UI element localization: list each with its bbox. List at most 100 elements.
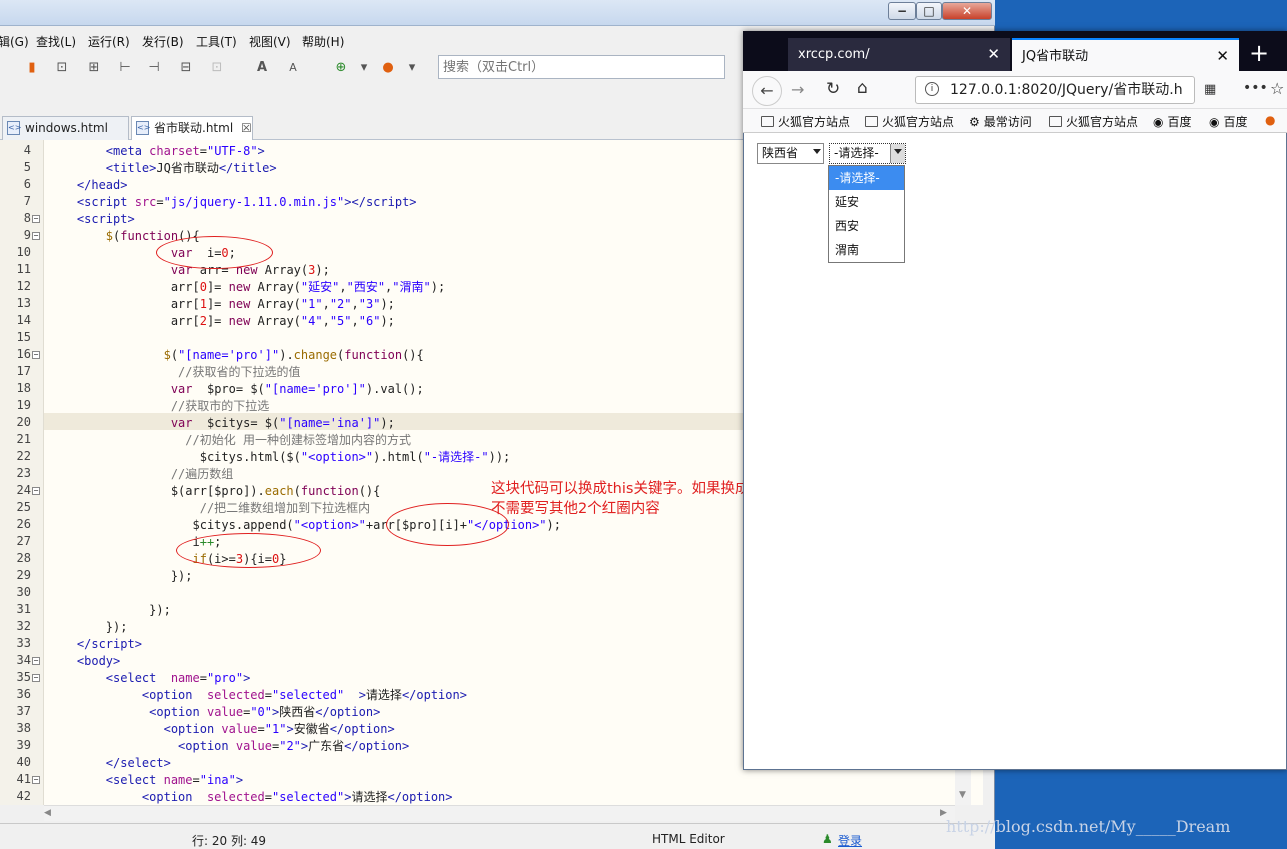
disabled-tool-icon: ⊡ [211,60,223,75]
fold-toggle-icon[interactable]: − [32,232,40,240]
fold-toggle-icon[interactable]: − [32,674,40,682]
minimize-button[interactable]: − [888,2,916,20]
dropdown-option[interactable]: -请选择- [829,166,904,190]
maximize-button[interactable]: □ [916,2,942,20]
fold-toggle-icon[interactable]: − [32,657,40,665]
more-icon[interactable]: ••• [1243,80,1268,96]
menu-view[interactable]: 视图(V) [249,33,291,50]
code-line[interactable]: }); [48,568,193,585]
code-line[interactable]: <script src="js/jquery-1.11.0.min.js"></… [48,194,417,211]
line-number: 39 [16,738,31,752]
run-icon[interactable]: ⊕ [333,60,349,76]
code-line[interactable]: arr[1]= new Array("1","2","3"); [48,296,395,313]
browser-dropdown-icon[interactable]: ▾ [404,60,420,76]
info-icon[interactable]: i [925,82,939,96]
tab-close-icon[interactable]: ☒ [241,121,252,135]
code-line[interactable]: //把二维数组增加到下拉选框内 [48,500,370,517]
code-line[interactable]: <select name="ina"> [48,772,243,789]
code-line[interactable]: <option value="0">陕西省</option> [48,704,380,721]
back-icon[interactable]: ← [752,76,782,106]
dropdown-option[interactable]: 延安 [829,190,904,214]
fold-toggle-icon[interactable]: − [32,215,40,223]
code-line[interactable]: //遍历数组 [48,466,233,483]
run-dropdown-icon[interactable]: ▾ [356,60,372,76]
format-icon[interactable]: ⊟ [178,60,194,76]
bookmark-item[interactable]: 火狐官方站点 [865,113,954,130]
dropdown-option[interactable]: 西安 [829,214,904,238]
code-line[interactable]: $("[name='pro']").change(function(){ [48,347,424,364]
menu-tools[interactable]: 工具(T) [196,33,237,50]
code-line[interactable]: <option value="2">广东省</option> [48,738,409,755]
province-select[interactable]: 陕西省 [757,143,824,164]
step-out-icon[interactable]: ⊣ [146,60,162,76]
login-link[interactable]: 登录 [838,832,862,849]
menu-edit[interactable]: 辑(G) [0,33,29,50]
code-line[interactable]: <option selected="selected" >请选择</option… [48,687,467,704]
code-line[interactable]: arr[2]= new Array("4","5","6"); [48,313,395,330]
url-bar[interactable]: 127.0.0.1:8020/JQuery/省市联动.h [915,76,1195,104]
tab-xrccp[interactable]: xrccp.com/ ✕ [788,38,1010,71]
new-tab-button[interactable]: + [1244,38,1274,68]
scroll-down-icon[interactable]: ▼ [959,790,966,800]
bookmark-item[interactable]: ◉ 百度 [1153,113,1192,130]
code-line[interactable]: <meta charset="UTF-8"> [48,143,265,160]
scroll-left-icon[interactable]: ◀ [44,808,51,818]
step-in-icon[interactable]: ⊢ [117,60,133,76]
code-line[interactable]: <option value="1">安徽省</option> [48,721,395,738]
code-line[interactable]: }); [48,602,171,619]
globe-icon: ◉ [1153,115,1164,129]
code-line[interactable]: }); [48,619,128,636]
dropdown-option[interactable]: 渭南 [829,238,904,262]
firefox-icon[interactable]: ● [1265,113,1275,127]
code-line[interactable]: $(arr[$pro]).each(function(){ [48,483,381,500]
code-line[interactable]: var $pro= $("[name='pro']").val(); [48,381,424,398]
qr-code-icon[interactable]: ▦ [1204,82,1216,97]
code-line[interactable]: var $citys= $("[name='ina']"); [48,415,395,432]
menu-publish[interactable]: 发行(B) [142,33,184,50]
code-line[interactable]: <option selected="selected">请选择</option> [48,789,453,806]
code-line[interactable]: <body> [48,653,120,670]
tab-close-icon[interactable]: ✕ [1216,40,1229,73]
tab-jq-province-city[interactable]: JQ省市联动 ✕ [1012,38,1239,71]
tab-close-icon[interactable]: ✕ [987,38,1000,71]
fold-toggle-icon[interactable]: − [32,351,40,359]
code-line[interactable]: </script> [48,636,142,653]
firefox-icon[interactable]: ● [380,60,396,76]
bookmark-item[interactable]: ⚙ 最常访问 [969,113,1032,130]
save-file-icon[interactable]: ⊞ [86,60,102,76]
tab-windows-html[interactable]: <> windows.html [2,116,129,140]
menu-help[interactable]: 帮助(H) [302,33,344,50]
code-line[interactable]: //获取省的下拉选的值 [48,364,300,381]
bookmark-item[interactable]: ◉ 百度 [1209,113,1248,130]
reload-icon[interactable]: ↻ [826,79,840,99]
font-decrease-icon[interactable]: A [285,60,301,76]
code-line[interactable]: <title>JQ省市联动</title> [48,160,277,177]
font-increase-icon[interactable]: A [254,60,270,76]
code-line[interactable]: //获取市的下拉选 [48,398,269,415]
code-line[interactable]: </head> [48,177,128,194]
fold-toggle-icon[interactable]: − [32,776,40,784]
star-icon[interactable]: ☆ [1270,79,1284,98]
search-input[interactable] [438,55,725,79]
code-line[interactable]: </select> [48,755,171,772]
city-select[interactable]: -请选择- [829,143,906,164]
new-file-icon[interactable]: ⊡ [54,60,70,76]
dropdown-button[interactable] [890,144,905,163]
fold-toggle-icon[interactable]: − [32,487,40,495]
forward-icon[interactable]: → [791,80,804,99]
menu-find[interactable]: 查找(L) [36,33,76,50]
bookmark-item[interactable]: 火狐官方站点 [761,113,850,130]
menu-run[interactable]: 运行(R) [88,33,130,50]
close-button[interactable]: ✕ [942,2,992,20]
code-line[interactable]: arr[0]= new Array("延安","西安","渭南"); [48,279,445,296]
bookmark-item[interactable]: 火狐官方站点 [1049,113,1138,130]
code-line[interactable]: //初始化 用一种创建标签增加内容的方式 [48,432,411,449]
line-number: 19 [16,398,31,412]
horizontal-scrollbar[interactable] [44,805,955,821]
code-line[interactable]: <script> [48,211,135,228]
code-line[interactable]: <select name="pro"> [48,670,251,687]
tab-province-city-html[interactable]: <> 省市联动.html ☒ [131,116,253,140]
bookmark-icon[interactable]: ▮ [24,60,40,76]
code-line[interactable]: $citys.html($("<option>").html("-请选择-"))… [48,449,511,466]
home-icon[interactable]: ⌂ [857,78,868,98]
